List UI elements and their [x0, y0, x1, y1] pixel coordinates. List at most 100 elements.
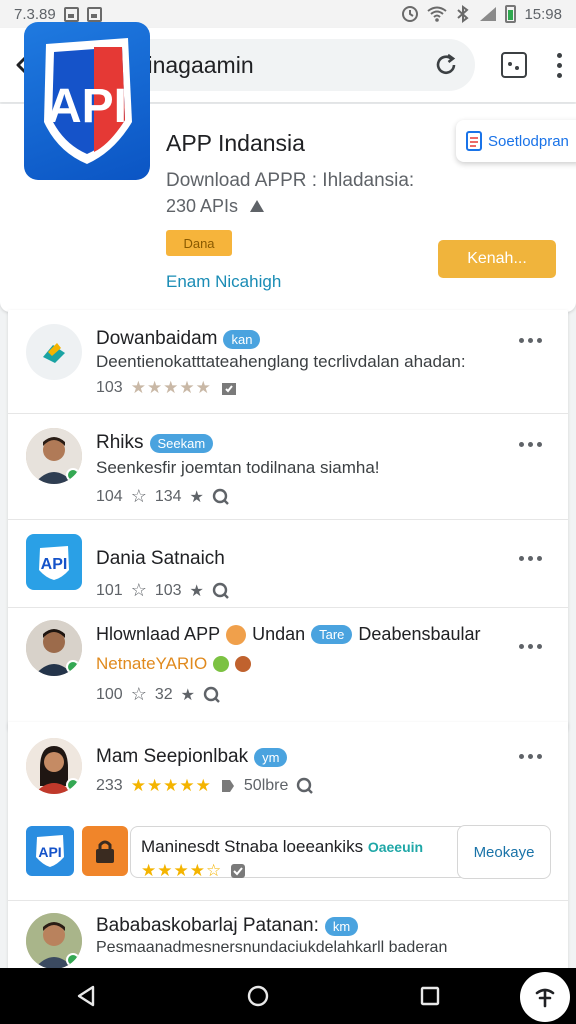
item-title-text: Bababaskobarlaj Patanan: [96, 915, 319, 936]
verified-icon [66, 660, 80, 674]
item-title-end: Deabensbaular [358, 624, 481, 644]
item-title: Bababaskobarlaj Patanan: km [96, 915, 359, 937]
item-title-text: Dowanbaidam [96, 328, 218, 349]
emoji-icon [235, 656, 252, 672]
status-right: 15:98 [401, 5, 562, 23]
tooltip-label: Soetlodpran [488, 132, 569, 150]
browser-screen: 7.3.89 15:98 inghinagaamin API APP Indan… [0, 0, 576, 1024]
item-count: 103 [96, 379, 123, 396]
item-subtitle: Seenkesfir joemtan todilnana siamha! [96, 458, 380, 477]
badge-icon [231, 864, 246, 878]
promo-rating: ★★★★☆ [141, 861, 246, 881]
battery-icon [505, 5, 517, 23]
item-title: Rhiks Seekam [96, 432, 214, 454]
floating-action-button[interactable] [520, 972, 570, 1022]
item-meta: 101 ☆ 103 ★ [96, 580, 230, 601]
list-item[interactable]: Mam Seepionlbak ym 233 ★★★★★ 50lbre [8, 722, 568, 814]
item-meta: 100 ☆ 32 ★ [96, 684, 221, 705]
api-logo-icon: API [26, 534, 82, 590]
item-tag: km [324, 916, 359, 936]
gallery-icon [86, 6, 102, 22]
svg-text:API: API [38, 844, 61, 860]
status-time-left: 7.3.89 [14, 5, 56, 23]
more-options-icon[interactable] [519, 442, 542, 447]
back-icon[interactable] [75, 984, 97, 1008]
lock-app-icon[interactable] [82, 826, 128, 876]
list-item[interactable]: Rhiks Seekam Seenkesfir joemtan todilnan… [8, 414, 568, 520]
verified-icon [66, 778, 80, 792]
more-options-icon[interactable] [519, 644, 542, 649]
search-badge-icon [297, 777, 314, 794]
recents-icon[interactable] [419, 985, 441, 1007]
item-rating: 134 [154, 487, 182, 505]
api-count-label: 230 APIs [166, 196, 239, 216]
item-title-tail: Undan [252, 624, 306, 644]
navigation-bar [0, 968, 576, 1024]
item-tag: Tare [311, 625, 353, 644]
item-count: 101 [96, 581, 123, 599]
browser-menu-button[interactable] [557, 52, 562, 78]
item-subtitle: NetnateYARIO [96, 654, 252, 674]
promo-button[interactable]: Meokaye [457, 825, 551, 879]
item-subtitle: Deentienokatttateahenglang tecrlivdalan … [96, 352, 466, 371]
item-meta: 103 ★★★★★ [96, 378, 238, 398]
search-badge-icon [212, 488, 229, 505]
developer-link[interactable]: Enam Nicahigh [166, 272, 281, 292]
app-icon [26, 324, 82, 380]
signal-icon [480, 7, 497, 21]
share-icon[interactable] [248, 198, 266, 216]
image-icon [63, 6, 79, 22]
item-rating: 103 [154, 581, 182, 599]
promo-card[interactable]: Maninesdt Stnaba loeeankiks Oaeeuin ★★★★… [130, 825, 551, 881]
svg-text:API: API [41, 556, 68, 573]
item-rating: 32 [154, 685, 173, 703]
item-meta: 233 ★★★★★ 50lbre [96, 776, 314, 796]
item-rating-text: 50lbre [243, 777, 289, 794]
alarm-icon [402, 6, 419, 22]
item-meta: 104 ☆ 134 ★ [96, 486, 230, 507]
tag-icon [221, 780, 234, 792]
star-icon: ★ [189, 488, 204, 506]
more-options-icon[interactable] [519, 556, 542, 561]
assistant-icon [535, 988, 555, 1008]
app-logo[interactable]: API [24, 22, 150, 180]
item-count: 104 [96, 487, 123, 505]
more-options-icon[interactable] [519, 338, 542, 343]
status-time-right: 15:98 [524, 5, 562, 23]
item-count: 233 [96, 777, 123, 794]
reload-icon[interactable] [433, 52, 459, 78]
more-options-icon[interactable] [519, 754, 542, 759]
floating-tooltip[interactable]: Soetlodpran [456, 120, 576, 162]
star-outline-icon: ☆ [130, 684, 147, 704]
app-name: APP Indansia [166, 130, 305, 156]
badge-icon [221, 383, 236, 395]
list-item[interactable]: Dowanbaidam kan Deentienokatttateahengla… [8, 310, 568, 414]
tabs-button[interactable] [501, 52, 527, 78]
url-text[interactable]: inghinagaamin [104, 52, 433, 79]
item-title: Mam Seepionlbak ym [96, 746, 288, 768]
star-rating: ★★★★☆ [141, 861, 223, 880]
install-button[interactable]: Kenah... [438, 240, 556, 278]
smile-icon [213, 656, 230, 672]
status-left: 7.3.89 [14, 6, 102, 23]
list-item[interactable]: API Dania Satnaich 101 ☆ 103 ★ [8, 520, 568, 608]
item-subtitle: Pesmaanadmesnersnundaciukdelahkarll bade… [96, 939, 448, 956]
star-outline-icon: ☆ [130, 486, 147, 506]
item-tag: Seekam [149, 433, 214, 453]
list-item[interactable]: Hlownlaad APP Undan Tare Deabensbaular N… [8, 608, 568, 718]
emoji-icon [226, 624, 247, 645]
item-title: Dania Satnaich [96, 548, 225, 569]
search-badge-icon [212, 582, 229, 599]
promo-highlight: Oaeeuin [367, 839, 424, 855]
item-title: Hlownlaad APP Undan Tare Deabensbaular [96, 624, 481, 645]
star-outline-icon: ☆ [130, 580, 147, 600]
item-subtitle-text: NetnateYARIO [96, 654, 208, 673]
wifi-icon [427, 6, 448, 22]
home-icon[interactable] [246, 984, 270, 1008]
avatar [26, 913, 82, 969]
item-title: Dowanbaidam kan [96, 328, 261, 350]
verified-icon [66, 468, 80, 482]
api-logo-icon[interactable]: API [26, 826, 74, 876]
search-badge-icon [203, 686, 220, 703]
item-count: 100 [96, 685, 123, 703]
